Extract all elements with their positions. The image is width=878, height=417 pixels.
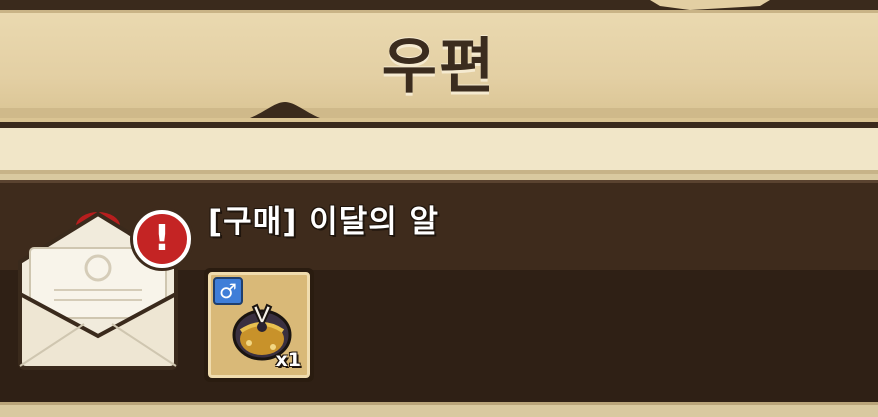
sub-header-strip xyxy=(0,128,878,174)
mail-title: [구매] 이달의 알 xyxy=(208,204,440,240)
alert-badge: ! xyxy=(133,210,191,268)
reward-item-slot[interactable]: ♂ x1 xyxy=(204,268,314,382)
reward-item-frame: ♂ x1 xyxy=(208,272,310,378)
top-frame-strip xyxy=(0,0,878,10)
frame-notch xyxy=(650,0,770,10)
reward-quantity: x1 xyxy=(275,349,301,371)
bottom-frame-strip xyxy=(0,402,878,417)
page-title: 우편 xyxy=(381,32,497,102)
